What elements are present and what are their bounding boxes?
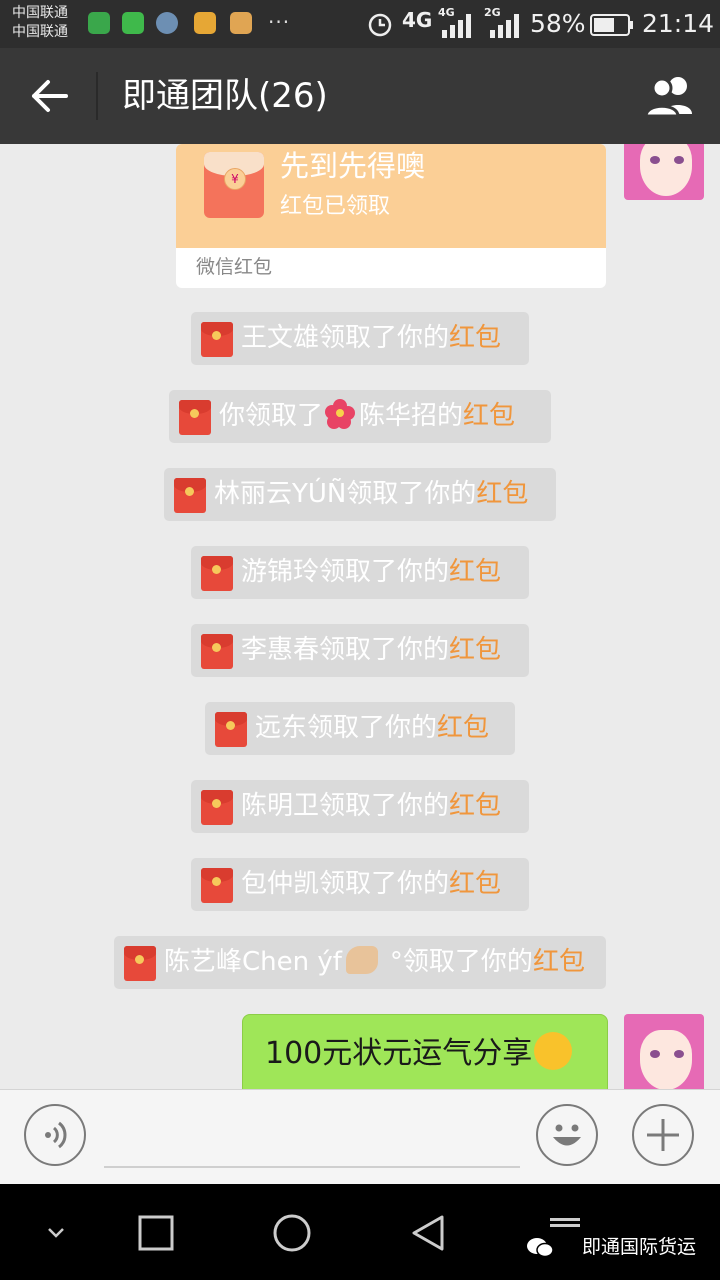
wechat-watermark-icon (527, 1238, 554, 1258)
alarm-icon (368, 13, 392, 37)
red-packet-link[interactable]: 红包 (449, 635, 501, 665)
outgoing-message-bubble[interactable]: 100元状元运气分享 (242, 1014, 608, 1089)
status-bar: 中国联通 中国联通 ··· 4G 4G 2G 58% 21:14 (0, 0, 720, 48)
red-packet-link[interactable]: 红包 (437, 713, 489, 743)
voice-icon (45, 1121, 67, 1149)
system-message: 游锦玲领取了你的红包 (191, 546, 529, 599)
chat-area[interactable]: ¥ 先到先得噢 红包已领取 微信红包 .rp-card{height:144px… (0, 144, 720, 1089)
battery-percent: 58% (530, 9, 586, 38)
carrier-2: 中国联通 (12, 24, 68, 40)
red-packet-link[interactable]: 红包 (449, 557, 501, 587)
system-message: 林丽云YÚÑ领取了你的红包 (164, 468, 556, 521)
red-packet-small-icon (201, 634, 233, 669)
home-icon[interactable] (272, 1213, 312, 1253)
hugging-face-icon (534, 1031, 573, 1070)
cat-app-icon (230, 12, 252, 34)
emoji-button[interactable] (536, 1104, 598, 1166)
red-packet-link[interactable]: 红包 (533, 947, 585, 977)
system-message: 陈艺峰Chen ýf °领取了你的红包 (114, 936, 606, 989)
system-message: 你领取了 陈华招的红包 (169, 390, 551, 443)
group-info-icon[interactable] (644, 74, 698, 118)
plus-icon (647, 1119, 679, 1151)
signal-icon (442, 14, 471, 38)
wechat-icon (122, 12, 144, 34)
system-message: 远东领取了你的红包 (205, 702, 515, 755)
red-packet-link[interactable]: 红包 (476, 479, 528, 509)
red-packet-small-icon (201, 790, 233, 825)
chat-title: 即通团队(26) (122, 76, 328, 116)
chevron-down-icon[interactable] (44, 1220, 68, 1244)
back-arrow-icon[interactable] (30, 74, 70, 118)
red-packet-small-icon (201, 322, 233, 357)
input-bar (0, 1089, 720, 1185)
system-navigation-bar (0, 1184, 720, 1280)
avatar[interactable] (624, 144, 704, 200)
carrier-labels: 中国联通 中国联通 (12, 4, 68, 42)
red-packet-small-icon (201, 868, 233, 903)
avatar[interactable] (624, 1014, 704, 1089)
system-message: 王文雄领取了你的红包 (191, 312, 529, 365)
red-packet-small-icon (179, 400, 211, 435)
voice-button[interactable] (24, 1104, 86, 1166)
signal-icon-2 (490, 14, 519, 38)
outgoing-message-text: 100元状元运气分享 (265, 1036, 533, 1071)
clock: 21:14 (642, 9, 715, 38)
red-packet-link[interactable]: 红包 (463, 401, 515, 431)
browser-icon (156, 12, 178, 34)
menu-icon[interactable] (550, 1218, 580, 1228)
red-packet-small-icon (215, 712, 247, 747)
system-message: 包仲凯领取了你的红包 (191, 858, 529, 911)
hibiscus-icon (325, 398, 356, 429)
title-divider (96, 72, 98, 120)
red-packet-icon: ¥ (204, 152, 264, 218)
system-message: 陈明卫领取了你的红包 (191, 780, 529, 833)
flexed-biceps-icon (345, 945, 378, 974)
red-packet-title: 先到先得噢 (280, 149, 426, 183)
red-packet-small-icon (174, 478, 206, 513)
carrier-1: 中国联通 (12, 5, 68, 21)
network-type-1: 4G (402, 8, 433, 32)
red-packet-card[interactable]: ¥ 先到先得噢 红包已领取 微信红包 (176, 144, 606, 288)
red-packet-link[interactable]: 红包 (449, 323, 501, 353)
lock-app-icon (194, 12, 216, 34)
more-notifications-icon: ··· (268, 10, 291, 34)
more-actions-button[interactable] (632, 1104, 694, 1166)
recent-apps-icon[interactable] (138, 1215, 174, 1251)
red-packet-status: 红包已领取 (280, 194, 391, 219)
back-nav-icon[interactable] (408, 1213, 448, 1253)
battery-icon (590, 14, 633, 36)
red-packet-footer: 微信红包 (196, 256, 273, 278)
red-packet-small-icon (124, 946, 156, 981)
watermark-text: 即通国际货运 (581, 1236, 696, 1258)
smiley-icon (553, 1124, 581, 1146)
red-packet-link[interactable]: 红包 (449, 869, 501, 899)
red-packet-small-icon (201, 556, 233, 591)
title-bar: 即通团队(26) (0, 48, 720, 144)
message-input[interactable] (104, 1166, 520, 1168)
app-notification-icon (88, 12, 110, 34)
system-message: 李惠春领取了你的红包 (191, 624, 529, 677)
red-packet-link[interactable]: 红包 (449, 791, 501, 821)
